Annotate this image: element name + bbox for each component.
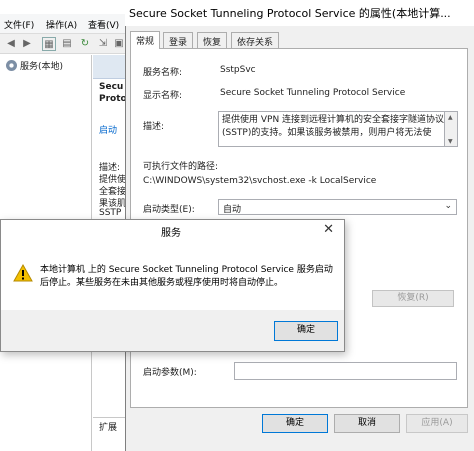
startup-type-value: 自动	[223, 205, 242, 215]
menu-action[interactable]: 操作(A)	[46, 18, 77, 31]
description-scrollbar[interactable]: ▲ ▼	[445, 111, 458, 147]
display-name-label: 显示名称:	[143, 91, 183, 101]
gear-icon	[6, 60, 17, 71]
message-ok-button[interactable]: 确定	[274, 321, 338, 341]
properties-icon[interactable]: ▤	[60, 37, 74, 51]
menu-view[interactable]: 查看(V)	[88, 18, 119, 31]
cancel-button[interactable]: 取消	[334, 414, 400, 433]
display-name-value: Secure Socket Tunneling Protocol Service	[220, 88, 406, 98]
description-text: 提供使用 VPN 连接到远程计算机的安全套接字隧道协议(SSTP)的支持。如果该…	[222, 115, 445, 138]
export-icon[interactable]: ⇲	[96, 37, 110, 51]
description-label: 描述:	[143, 122, 165, 132]
back-icon[interactable]: ◀	[4, 37, 18, 51]
tree-item-services-local[interactable]: 服务(本地)	[6, 59, 63, 72]
startup-type-select[interactable]: 自动 ⌄	[218, 199, 457, 215]
refresh-icon[interactable]: ↻	[78, 37, 92, 51]
tree-item-label: 服务(本地)	[20, 62, 64, 72]
apply-button[interactable]: 应用(A)	[406, 414, 468, 433]
tab-logon[interactable]: 登录	[163, 32, 194, 48]
message-body: 本地计算机 上的 Secure Socket Tunneling Protoco…	[1, 242, 344, 310]
resume-button[interactable]: 恢复(R)	[372, 290, 454, 307]
exec-path-label: 可执行文件的路径:	[143, 162, 219, 172]
detail-header	[93, 55, 125, 79]
close-icon[interactable]: ✕	[323, 222, 334, 237]
description-box[interactable]: 提供使用 VPN 连接到远程计算机的安全套接字隧道协议(SSTP)的支持。如果该…	[218, 111, 445, 147]
detail-start-link[interactable]: 启动	[99, 123, 125, 136]
tab-extended[interactable]: 扩展	[93, 417, 125, 433]
tab-recovery[interactable]: 恢复	[197, 32, 228, 48]
message-title: 服务	[161, 228, 181, 239]
tab-general[interactable]: 常规	[130, 31, 161, 49]
properties-title: Secure Socket Tunneling Protocol Service…	[129, 7, 451, 20]
start-params-label: 启动参数(M):	[143, 368, 197, 378]
detail-service-title-1: Secu	[99, 82, 124, 92]
service-name-value: SstpSvc	[220, 65, 256, 75]
forward-icon[interactable]: ▶	[20, 37, 34, 51]
toolbar: ◀ ▶ ▦ ▤ ↻ ⇲ ▣	[0, 34, 125, 54]
startup-type-label: 启动类型(E):	[143, 205, 195, 215]
message-text: 本地计算机 上的 Secure Socket Tunneling Protoco…	[40, 265, 333, 288]
ok-button[interactable]: 确定	[262, 414, 328, 433]
help-icon[interactable]: ▣	[112, 37, 126, 51]
show-tree-icon[interactable]: ▦	[42, 37, 56, 51]
service-name-label: 服务名称:	[143, 68, 183, 78]
scroll-up-icon[interactable]: ▲	[448, 114, 453, 121]
detail-desc-line-4: SSTP	[99, 208, 122, 218]
detail-service-title-2: Protoc	[99, 94, 125, 104]
start-params-input[interactable]	[234, 362, 457, 380]
menu-file[interactable]: 文件(F)	[4, 18, 34, 31]
message-titlebar: 服务 ✕	[1, 220, 344, 242]
exec-path-value: C:\WINDOWS\system32\svchost.exe -k Local…	[143, 176, 377, 186]
scroll-down-icon[interactable]: ▼	[448, 138, 453, 145]
chevron-down-icon: ⌄	[444, 201, 452, 211]
warning-icon	[13, 264, 33, 282]
menu-bar: 文件(F) 操作(A) 查看(V)	[0, 14, 125, 34]
service-message-box: 服务 ✕ 本地计算机 上的 Secure Socket Tunneling Pr…	[0, 219, 345, 352]
properties-titlebar: Secure Socket Tunneling Protocol Service…	[125, 0, 474, 26]
tab-dependencies[interactable]: 依存关系	[231, 32, 280, 48]
